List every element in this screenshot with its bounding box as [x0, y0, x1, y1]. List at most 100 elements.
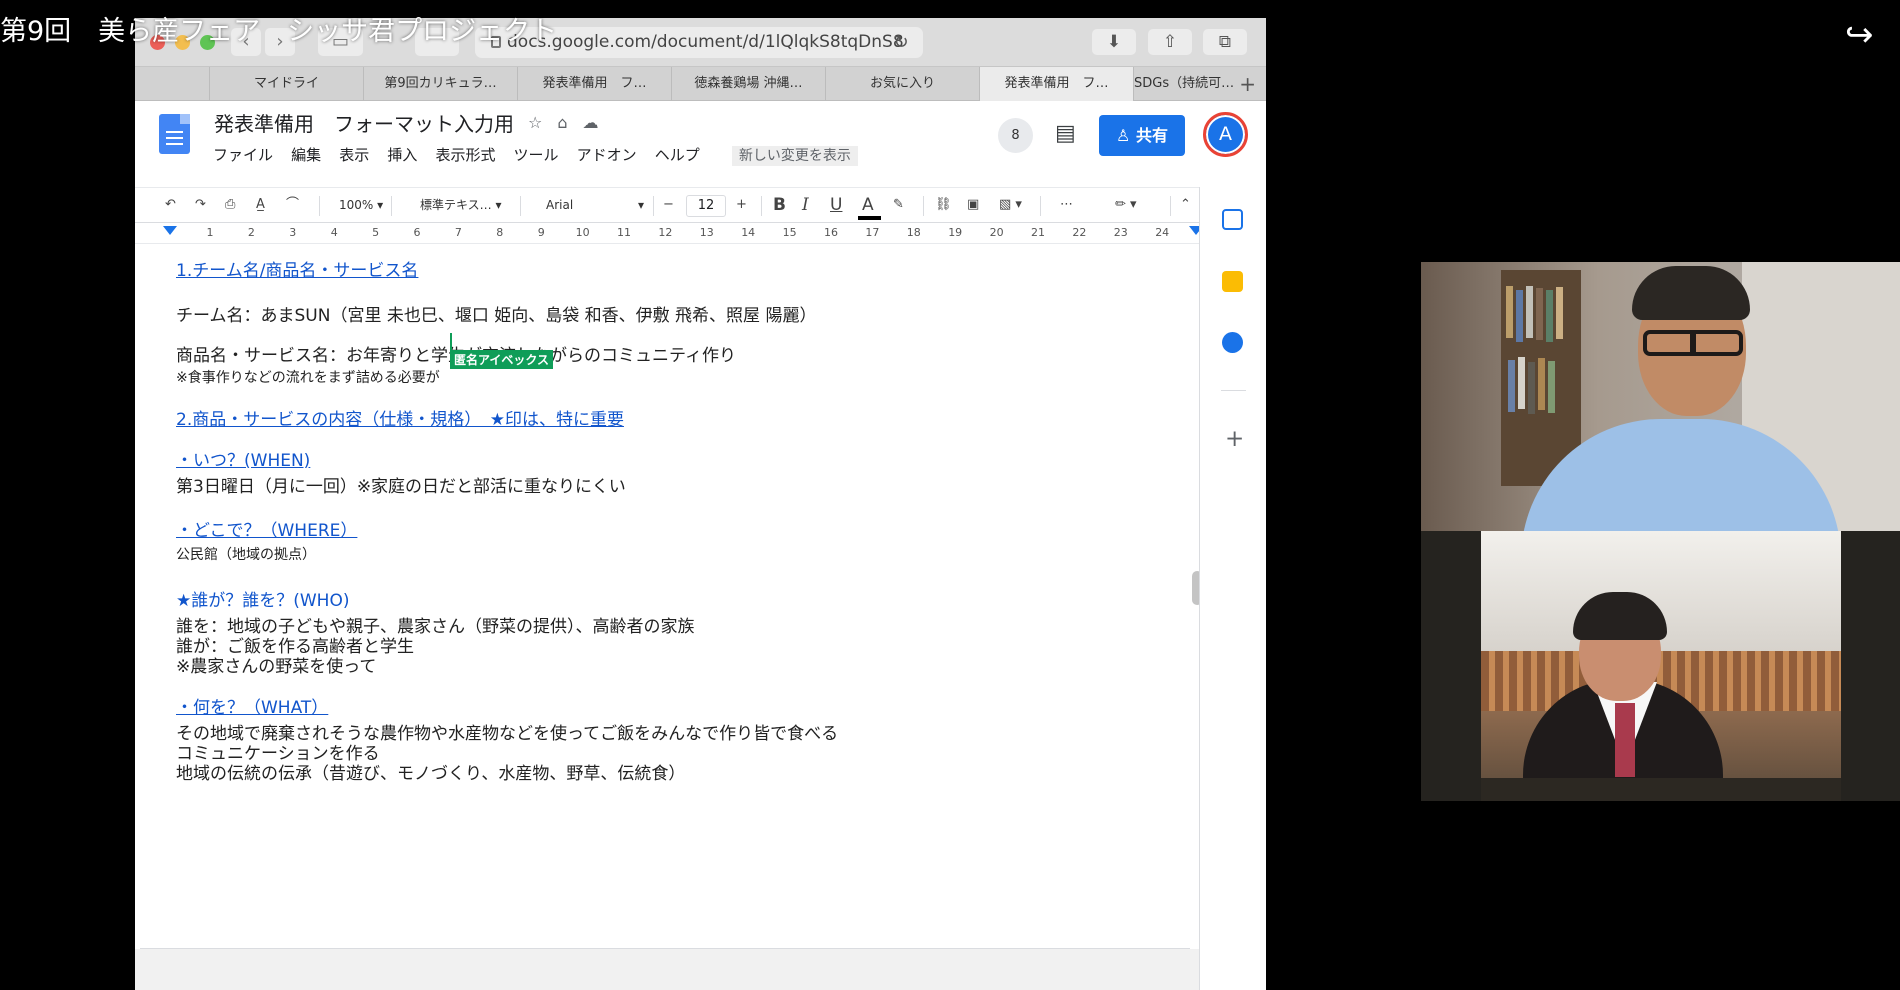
- what-heading[interactable]: ・何を？（WHAT）: [176, 693, 328, 718]
- who-text-3[interactable]: ※農家さんの野菜を使って: [176, 652, 376, 677]
- title-actions: ☆ ⌂ ☁: [528, 113, 614, 132]
- menu-edit[interactable]: 編集: [291, 146, 321, 164]
- undo-icon[interactable]: ↶: [165, 188, 176, 222]
- underline-button[interactable]: U: [830, 188, 842, 222]
- calendar-icon[interactable]: [1222, 209, 1243, 230]
- redo-icon[interactable]: ↷: [195, 188, 206, 222]
- comment-history-icon[interactable]: ▤: [1055, 121, 1076, 146]
- glasses-icon: [1643, 330, 1743, 356]
- menu-insert[interactable]: 挿入: [387, 146, 417, 164]
- who-heading[interactable]: ★誰が？誰を？(WHO): [176, 586, 349, 611]
- document-page[interactable]: 1.チーム名/商品名・サービス名 チーム名：あまSUN（宮里 未也巳、堰口 姫向…: [140, 244, 1190, 944]
- address-text: docs.google.com/document/d/1lQlqkS8tqDnS…: [507, 32, 904, 52]
- font-value: Arial: [546, 198, 574, 212]
- insert-image-icon[interactable]: ▧ ▾: [999, 188, 1022, 222]
- note-line[interactable]: ※食事作りなどの流れをまず詰める必要が: [176, 367, 440, 387]
- font-select[interactable]: Arial ▾: [546, 188, 644, 222]
- tab-format-1[interactable]: 発表準備用 フ…: [517, 67, 671, 101]
- ruler-number: 7: [454, 226, 462, 239]
- editing-mode-icon[interactable]: ✏ ▾: [1115, 188, 1137, 222]
- reload-icon[interactable]: ↻: [887, 27, 915, 58]
- ruler-number: 10: [575, 226, 590, 239]
- where-text[interactable]: 公民館（地域の拠点）: [176, 544, 316, 564]
- what-text-3[interactable]: 地域の伝統の伝承（昔遊び、モノづくり、水産物、野草、伝統食）: [176, 759, 685, 784]
- print-icon[interactable]: ⎙: [225, 188, 235, 222]
- ruler-number: 17: [865, 226, 880, 239]
- where-heading[interactable]: ・どこで？（WHERE）: [176, 516, 357, 541]
- document-title[interactable]: 発表準備用 フォーマット入力用: [214, 108, 514, 137]
- menu-format[interactable]: 表示形式: [435, 146, 495, 164]
- menu-tools[interactable]: ツール: [514, 146, 559, 164]
- ruler-number: 21: [1031, 226, 1045, 239]
- bold-button[interactable]: B: [773, 188, 786, 222]
- left-indent-marker[interactable]: [163, 226, 177, 235]
- vertical-scrollbar[interactable]: [1192, 571, 1199, 605]
- right-indent-marker[interactable]: [1189, 226, 1199, 235]
- download-icon[interactable]: ⬇: [1092, 29, 1136, 55]
- add-addon-icon[interactable]: +: [1225, 426, 1244, 452]
- video-stage: ‹ › ▭ docs.google.com/document/d/1lQlqkS…: [0, 0, 1900, 990]
- ruler-number: 9: [537, 226, 545, 239]
- decrease-font-size-button[interactable]: −: [663, 188, 674, 222]
- browser-tabs: マイドライ 第9回カリキュラ… 発表準備用 フ… 徳森養鶏場 沖縄… お気に入り…: [135, 67, 1266, 101]
- tab-drive[interactable]: マイドライ: [209, 67, 363, 101]
- tab-format-active[interactable]: 発表準備用 フ…: [979, 67, 1133, 101]
- more-options-icon[interactable]: ⋯: [1060, 188, 1073, 222]
- account-avatar[interactable]: A: [1203, 112, 1248, 157]
- spellcheck-icon[interactable]: A̲: [256, 188, 265, 222]
- menu-help[interactable]: ヘルプ: [655, 146, 700, 164]
- ruler-number: 4: [330, 226, 338, 239]
- share-icon[interactable]: ⇧: [1148, 29, 1192, 55]
- formatting-toolbar: ↶ ↷ ⎙ A̲ ⌒ 100% ▾ 標準テキス… ▾ Arial ▾ − 12 +…: [135, 187, 1199, 223]
- document-ruler: 1 2 3 4 5 6 7 8 9 10 11 12 13 14 15 16 17 18 19 20 21 22 23 24: [135, 223, 1199, 244]
- ruler-number: 12: [658, 226, 673, 239]
- docs-header: 発表準備用 フォーマット入力用 ☆ ⌂ ☁ ファイル 編集 表示 挿入 表示形式 ツ…: [135, 101, 1266, 187]
- team-line[interactable]: チーム名：あまSUN（宮里 未也巳、堰口 姫向、島袋 和香、伊敷 飛希、照屋 陽…: [176, 301, 816, 326]
- link-icon[interactable]: ⛓: [935, 188, 952, 222]
- ruler-number: 13: [699, 226, 714, 239]
- ruler-number: 14: [741, 226, 756, 239]
- docs-logo-icon[interactable]: [159, 114, 190, 154]
- participant-video-teacher: [1421, 262, 1900, 531]
- highlight-icon[interactable]: ✎: [893, 188, 904, 222]
- tasks-icon[interactable]: [1222, 332, 1243, 353]
- font-size-input[interactable]: 12: [686, 195, 726, 217]
- menu-view[interactable]: 表示: [339, 146, 369, 164]
- tab-sdgs[interactable]: SDGs（持続可…: [1133, 67, 1233, 101]
- menu-addons[interactable]: アドオン: [577, 146, 637, 164]
- menu-file[interactable]: ファイル: [213, 146, 273, 164]
- cloud-saved-icon[interactable]: ☁: [583, 113, 599, 132]
- move-folder-icon[interactable]: ⌂: [557, 113, 567, 132]
- when-heading[interactable]: ・いつ？(WHEN): [176, 446, 310, 471]
- ruler-number: 24: [1155, 226, 1170, 239]
- style-select[interactable]: 標準テキス… ▾: [420, 188, 501, 222]
- tab-curriculum[interactable]: 第9回カリキュラ…: [363, 67, 517, 101]
- share-arrow-icon[interactable]: ↪: [1845, 15, 1874, 55]
- tab-farm[interactable]: 徳森養鶏場 沖縄…: [671, 67, 825, 101]
- increase-font-size-button[interactable]: +: [736, 188, 747, 222]
- share-button[interactable]: ♙ 共有: [1099, 115, 1185, 156]
- zoom-select[interactable]: 100% ▾: [339, 188, 383, 222]
- add-comment-icon[interactable]: ▣: [967, 188, 979, 222]
- collapse-toolbar-icon[interactable]: ⌃: [1180, 188, 1191, 222]
- ruler-number: 16: [824, 226, 838, 239]
- ruler-number: 18: [906, 226, 921, 239]
- tab-favorites[interactable]: お気に入り: [825, 67, 979, 101]
- keep-icon[interactable]: [1222, 271, 1243, 292]
- italic-button[interactable]: I: [802, 188, 809, 222]
- collaborator-label: 匿名アイベックス: [450, 350, 554, 369]
- heading-1[interactable]: 1.チーム名/商品名・サービス名: [176, 256, 418, 281]
- when-text[interactable]: 第3日曜日（月に一回）※家庭の日だと部活に重なりにくい: [176, 472, 626, 497]
- new-changes-link[interactable]: 新しい変更を表示: [731, 146, 858, 166]
- tabs-overview-icon[interactable]: ⧉: [1203, 29, 1247, 55]
- ruler-number: 5: [372, 226, 380, 239]
- star-icon[interactable]: ☆: [528, 113, 542, 132]
- heading-2[interactable]: 2.商品・サービスの内容（仕様・規格） ★印は、特に重要: [176, 405, 624, 430]
- ruler-number: 2: [247, 226, 255, 239]
- viewer-count-badge[interactable]: 8: [998, 118, 1033, 153]
- page-gap: [135, 949, 1199, 990]
- font-dropdown-arrow: ▾: [637, 198, 644, 212]
- share-label: 共有: [1135, 126, 1168, 145]
- new-tab-button[interactable]: +: [1239, 67, 1256, 101]
- paint-format-icon[interactable]: ⌒: [286, 188, 299, 222]
